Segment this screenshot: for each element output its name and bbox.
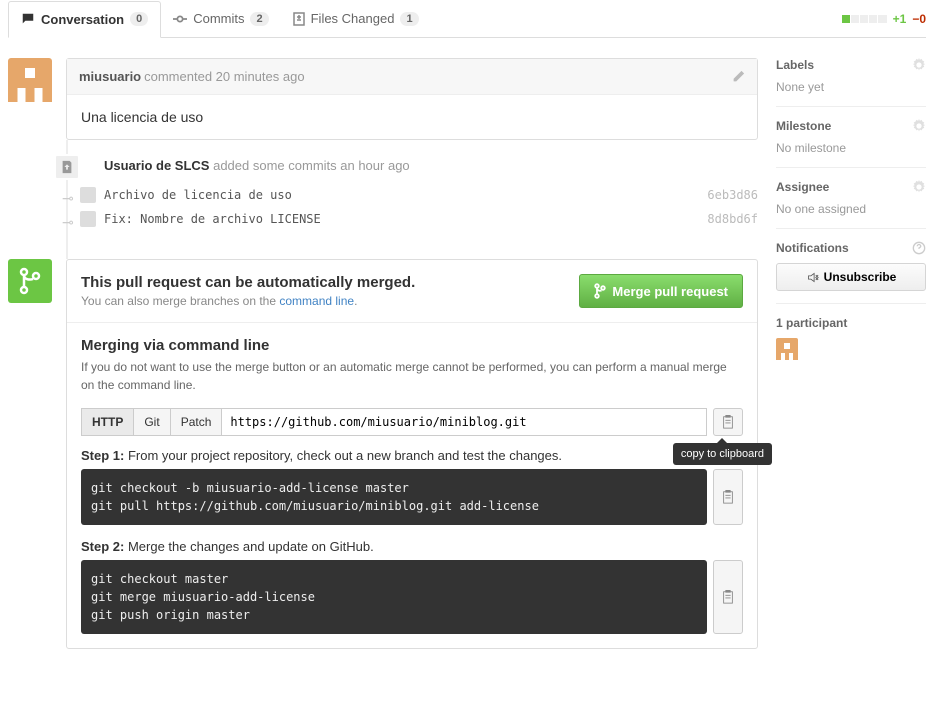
step1-label: Step 1: From your project repository, ch… xyxy=(81,448,743,463)
comment-header: miusuario commented 20 minutes ago xyxy=(67,59,757,95)
diff-icon xyxy=(293,12,305,26)
unsubscribe-button[interactable]: Unsubscribe xyxy=(776,263,926,291)
commit-message[interactable]: Fix: Nombre de archivo LICENSE xyxy=(104,212,321,226)
commit-avatar xyxy=(80,187,96,203)
gear-icon[interactable] xyxy=(912,58,926,72)
command-line-link[interactable]: command line xyxy=(279,294,354,308)
tab-files[interactable]: Files Changed 1 xyxy=(281,0,431,37)
comment-meta: commented 20 minutes ago xyxy=(144,69,304,84)
merge-status-badge xyxy=(8,259,52,303)
gear-icon[interactable] xyxy=(912,180,926,194)
assignee-value: No one assigned xyxy=(776,202,926,216)
timeline: Usuario de SLCS added some commits an ho… xyxy=(66,140,758,259)
merge-button[interactable]: Merge pull request xyxy=(579,274,743,308)
copy-tooltip: copy to clipboard xyxy=(673,443,772,465)
additions: +1 xyxy=(893,12,907,26)
tab-label: Commits xyxy=(193,11,244,26)
merge-box: This pull request can be automatically m… xyxy=(66,259,758,649)
push-text: added some commits an hour ago xyxy=(213,158,410,173)
help-icon[interactable] xyxy=(912,241,926,255)
sidebar-labels: Labels None yet xyxy=(776,58,926,107)
tab-commits[interactable]: Commits 2 xyxy=(161,0,280,37)
proto-http[interactable]: HTTP xyxy=(81,408,134,436)
commit-dot-icon: ⊸ xyxy=(62,190,72,200)
deletions: −0 xyxy=(912,12,926,26)
edit-icon[interactable] xyxy=(731,70,745,84)
clipboard-icon xyxy=(721,590,735,604)
clipboard-icon xyxy=(721,415,735,429)
participants-heading: 1 participant xyxy=(776,316,847,330)
git-merge-icon xyxy=(18,267,42,295)
step2-label: Step 2: Merge the changes and update on … xyxy=(81,539,743,554)
sidebar-notifications: Notifications Unsubscribe xyxy=(776,241,926,304)
milestone-heading: Milestone xyxy=(776,119,831,133)
commit-row: ⊸ Archivo de licencia de uso 6eb3d86 xyxy=(62,183,758,207)
copy-step1-button[interactable] xyxy=(713,469,743,525)
gear-icon[interactable] xyxy=(912,119,926,133)
labels-heading: Labels xyxy=(776,58,814,72)
avatar[interactable] xyxy=(8,58,52,102)
commit-sha[interactable]: 6eb3d86 xyxy=(707,188,758,202)
commit-message[interactable]: Archivo de licencia de uso xyxy=(104,188,292,202)
tab-count: 2 xyxy=(250,12,268,26)
comment-author[interactable]: miusuario xyxy=(79,69,141,84)
sidebar-assignee: Assignee No one assigned xyxy=(776,180,926,229)
tab-label: Files Changed xyxy=(311,11,395,26)
comment-icon xyxy=(21,12,35,26)
sidebar-participants: 1 participant xyxy=(776,316,926,360)
tab-conversation[interactable]: Conversation 0 xyxy=(8,1,161,38)
push-event: Usuario de SLCS added some commits an ho… xyxy=(104,158,758,173)
copy-url-button[interactable]: copy to clipboard xyxy=(713,408,743,436)
clone-url-input[interactable] xyxy=(222,408,707,436)
sidebar-milestone: Milestone No milestone xyxy=(776,119,926,168)
merge-subtitle: You can also merge branches on the comma… xyxy=(81,294,415,308)
repo-push-icon xyxy=(54,154,80,180)
tab-count: 0 xyxy=(130,12,148,26)
proto-patch[interactable]: Patch xyxy=(171,408,223,436)
tab-count: 1 xyxy=(400,12,418,26)
comment-body: Una licencia de uso xyxy=(67,95,757,139)
merge-title: This pull request can be automatically m… xyxy=(81,274,415,291)
step1-code[interactable]: git checkout -b miusuario-add-license ma… xyxy=(81,469,707,525)
proto-git[interactable]: Git xyxy=(134,408,170,436)
participant-avatar[interactable] xyxy=(776,338,798,360)
notifications-heading: Notifications xyxy=(776,241,849,255)
assignee-heading: Assignee xyxy=(776,180,829,194)
git-merge-icon xyxy=(594,283,606,299)
commit-avatar xyxy=(80,211,96,227)
clipboard-icon xyxy=(721,490,735,504)
cli-title: Merging via command line xyxy=(81,337,743,354)
commit-dot-icon: ⊸ xyxy=(62,214,72,224)
commit-sha[interactable]: 8d8bd6f xyxy=(707,212,758,226)
step2-code[interactable]: git checkout master git merge miusuario-… xyxy=(81,560,707,634)
tab-label: Conversation xyxy=(41,12,124,27)
commit-row: ⊸ Fix: Nombre de archivo LICENSE 8d8bd6f xyxy=(62,207,758,231)
diff-bar xyxy=(842,15,887,23)
labels-value: None yet xyxy=(776,80,926,94)
push-actor[interactable]: Usuario de SLCS xyxy=(104,158,209,173)
milestone-value: No milestone xyxy=(776,141,926,155)
cli-desc: If you do not want to use the merge butt… xyxy=(81,358,743,394)
mute-icon xyxy=(806,271,819,284)
comment-box: miusuario commented 20 minutes ago Una l… xyxy=(66,58,758,140)
diff-stats: +1 −0 xyxy=(842,12,926,26)
commit-icon xyxy=(173,12,187,26)
tab-bar: Conversation 0 Commits 2 Files Changed 1… xyxy=(8,0,926,38)
copy-step2-button[interactable] xyxy=(713,560,743,634)
